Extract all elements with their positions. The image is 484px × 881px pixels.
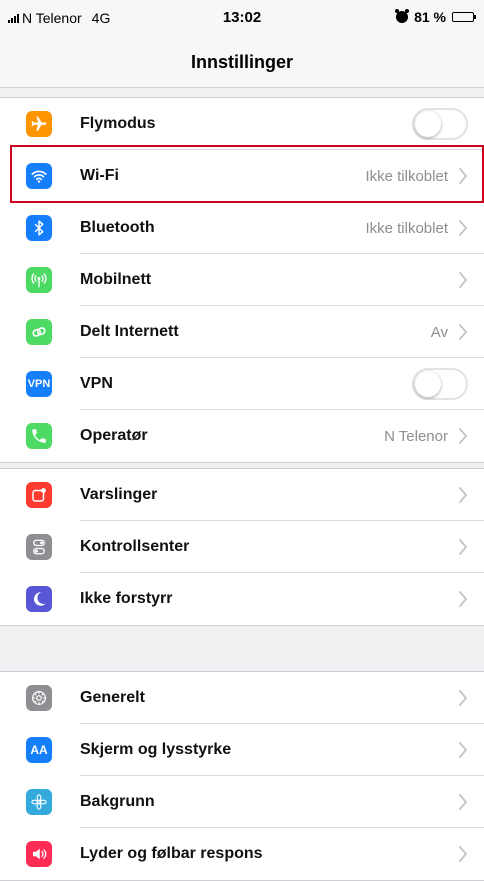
row-label: Delt Internett [80, 323, 179, 340]
status-bar: N Telenor 4G 13:02 81 % [0, 0, 484, 36]
row-label: VPN [80, 375, 113, 392]
toggle-knob [415, 371, 441, 397]
icon-text: VPN [27, 378, 51, 390]
phone-icon [26, 423, 52, 449]
settings-row-wi-fi[interactable]: Wi-Fi Ikke tilkoblet [0, 150, 484, 202]
chevron-right-icon [459, 272, 467, 288]
row-label: Bluetooth [80, 219, 155, 236]
settings-row-generelt[interactable]: Generelt [0, 672, 484, 724]
chevron-right-icon [459, 168, 467, 184]
gear-icon [26, 685, 52, 711]
settings-group: Generelt AA Skjerm og lysstyrke Bakgrunn Lyd… [0, 671, 484, 881]
status-right: 81 % [395, 9, 476, 25]
chain-icon [26, 319, 52, 345]
antenna-icon [26, 267, 52, 293]
settings-row-kontrollsenter[interactable]: Kontrollsenter [0, 521, 484, 573]
chevron-right-icon [459, 742, 467, 758]
chevron-right-icon [459, 591, 467, 607]
battery-icon [452, 12, 476, 22]
airplane-icon [26, 111, 52, 137]
chevron-right-icon [459, 539, 467, 555]
battery-percent: 81 % [414, 9, 446, 25]
chevron-right-icon [459, 794, 467, 810]
settings-row-vpn[interactable]: VPN VPN [0, 358, 484, 410]
settings-row-lyder-og-folbar-respons[interactable]: Lyder og følbar respons [0, 828, 484, 880]
row-label: Varslinger [80, 486, 158, 503]
flymodus-toggle[interactable] [412, 108, 468, 140]
settings-row-skjerm-og-lysstyrke[interactable]: AA Skjerm og lysstyrke [0, 724, 484, 776]
moon-icon [26, 586, 52, 612]
row-label: Kontrollsenter [80, 538, 190, 555]
chevron-right-icon [459, 220, 467, 236]
page-title: Innstillinger [0, 36, 484, 88]
vpn-icon: VPN [26, 371, 52, 397]
chevron-right-icon [459, 690, 467, 706]
wifi-icon [26, 163, 52, 189]
control-center-icon [26, 534, 52, 560]
row-label: Flymodus [80, 115, 156, 132]
alarm-icon [395, 9, 410, 23]
chevron-right-icon [459, 324, 467, 340]
icon-text: AA [30, 743, 48, 757]
chevron-right-icon [459, 428, 467, 444]
settings-row-mobilnett[interactable]: Mobilnett [0, 254, 484, 306]
row-label: Mobilnett [80, 271, 152, 288]
settings-group: Varslinger Kontrollsenter Ikke forstyrr [0, 468, 484, 626]
chevron-right-icon [459, 846, 467, 862]
row-value: Av [430, 323, 448, 341]
row-label: Lyder og følbar respons [80, 845, 263, 862]
settings-group: Flymodus Wi-Fi Ikke tilkoblet Bluetooth Ikke… [0, 97, 484, 463]
settings-row-bakgrunn[interactable]: Bakgrunn [0, 776, 484, 828]
row-label: Skjerm og lysstyrke [80, 741, 232, 758]
row-label: Ikke forstyrr [80, 590, 173, 607]
settings-row-operator[interactable]: Operatør N Telenor [0, 410, 484, 462]
speaker-icon [26, 841, 52, 867]
settings-row-flymodus[interactable]: Flymodus [0, 98, 484, 150]
row-label: Wi-Fi [80, 167, 119, 184]
row-label: Generelt [80, 689, 145, 706]
bluetooth-icon [26, 215, 52, 241]
settings-row-bluetooth[interactable]: Bluetooth Ikke tilkoblet [0, 202, 484, 254]
toggle-knob [415, 111, 441, 137]
settings-row-ikke-forstyrr[interactable]: Ikke forstyrr [0, 573, 484, 625]
row-value: N Telenor [384, 427, 448, 445]
row-label: Bakgrunn [80, 793, 155, 810]
row-value: Ikke tilkoblet [365, 167, 448, 185]
display-icon: AA [26, 737, 52, 763]
notifications-icon [26, 482, 52, 508]
settings-row-varslinger[interactable]: Varslinger [0, 469, 484, 521]
wallpaper-icon [26, 789, 52, 815]
chevron-right-icon [459, 487, 467, 503]
vpn-toggle[interactable] [412, 368, 468, 400]
settings-row-delt-internett[interactable]: Delt Internett Av [0, 306, 484, 358]
row-label: Operatør [80, 427, 148, 444]
row-value: Ikke tilkoblet [365, 219, 448, 237]
